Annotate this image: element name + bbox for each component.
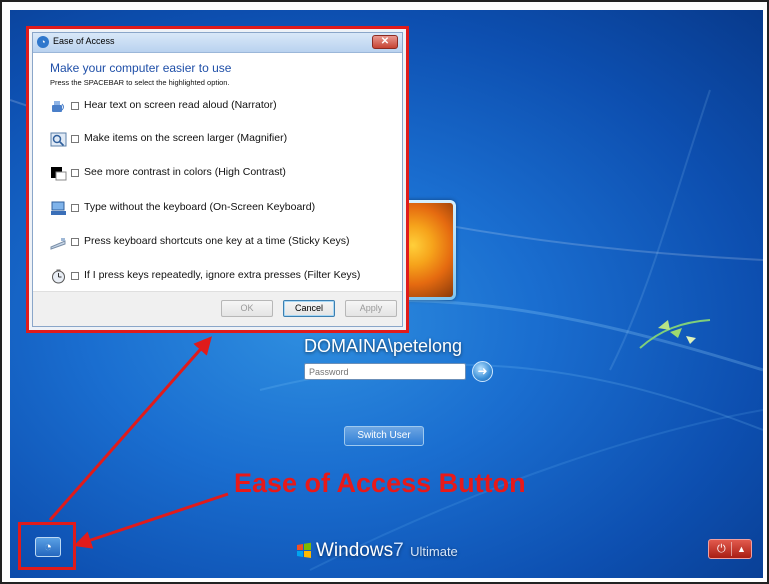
arrow-to-button <box>73 492 229 549</box>
screenshot-frame: DOMAINA\petelong ➜ Switch User Ease of A… <box>0 0 769 584</box>
arrow-to-dialog <box>48 336 212 521</box>
annotation-arrows <box>48 336 229 549</box>
